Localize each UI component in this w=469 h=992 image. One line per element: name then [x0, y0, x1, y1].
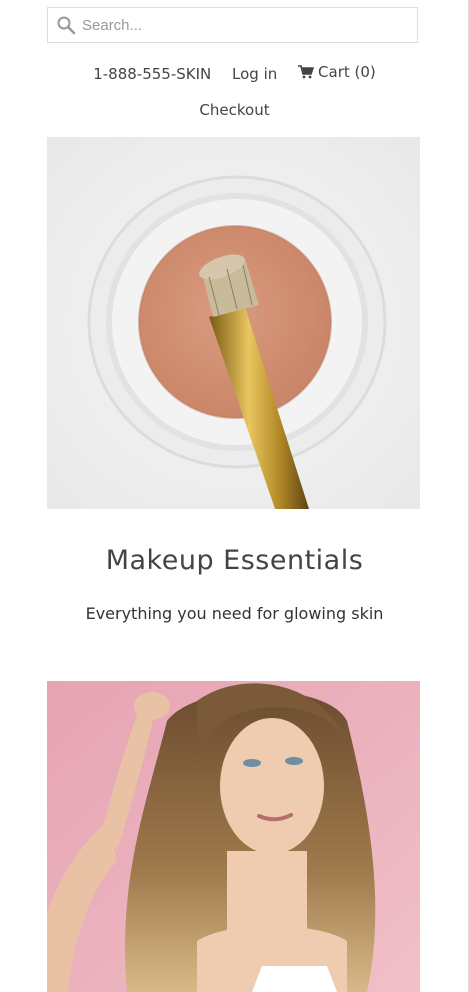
- model-portrait-illustration: [47, 681, 420, 992]
- phone-link[interactable]: 1-888-555-SKIN: [93, 65, 211, 83]
- checkout-link[interactable]: Checkout: [0, 101, 469, 119]
- makeup-product-image[interactable]: [47, 137, 420, 509]
- search-input[interactable]: [82, 16, 382, 34]
- cart-icon: [298, 65, 315, 79]
- cart-link[interactable]: Cart (0): [298, 63, 376, 81]
- cart-label: Cart (0): [318, 63, 376, 81]
- feature-title[interactable]: Makeup Essentials: [0, 545, 469, 576]
- login-link[interactable]: Log in: [232, 65, 277, 83]
- top-nav: 1-888-555-SKIN Log in Cart (0): [0, 63, 469, 83]
- powder-jar-illustration: [47, 137, 420, 509]
- feature-subtitle: Everything you need for glowing skin: [85, 604, 384, 623]
- search-box[interactable]: [47, 7, 418, 43]
- search-icon: [57, 16, 76, 35]
- model-portrait-image[interactable]: [47, 681, 420, 992]
